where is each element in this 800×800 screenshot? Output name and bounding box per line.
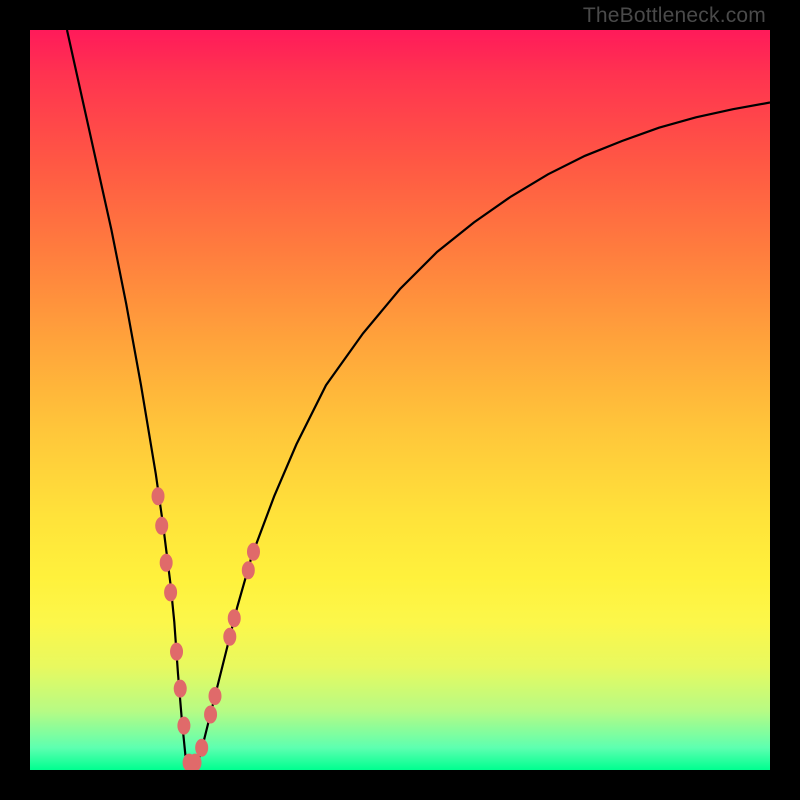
- curve-marker: [204, 706, 217, 724]
- curve-marker: [223, 628, 236, 646]
- plot-area: [30, 30, 770, 770]
- curve-marker: [155, 517, 168, 535]
- bottleneck-curve: [67, 30, 770, 770]
- curve-marker: [170, 643, 183, 661]
- curve-markers: [152, 487, 260, 770]
- curve-marker: [174, 680, 187, 698]
- curve-layer: [30, 30, 770, 770]
- curve-marker: [247, 543, 260, 561]
- watermark-text: TheBottleneck.com: [583, 4, 766, 28]
- curve-marker: [164, 583, 177, 601]
- curve-marker: [228, 609, 241, 627]
- curve-marker: [195, 739, 208, 757]
- chart-frame: TheBottleneck.com: [0, 0, 800, 800]
- curve-marker: [152, 487, 165, 505]
- curve-marker: [160, 554, 173, 572]
- curve-marker: [209, 687, 222, 705]
- curve-marker: [177, 717, 190, 735]
- curve-marker: [242, 561, 255, 579]
